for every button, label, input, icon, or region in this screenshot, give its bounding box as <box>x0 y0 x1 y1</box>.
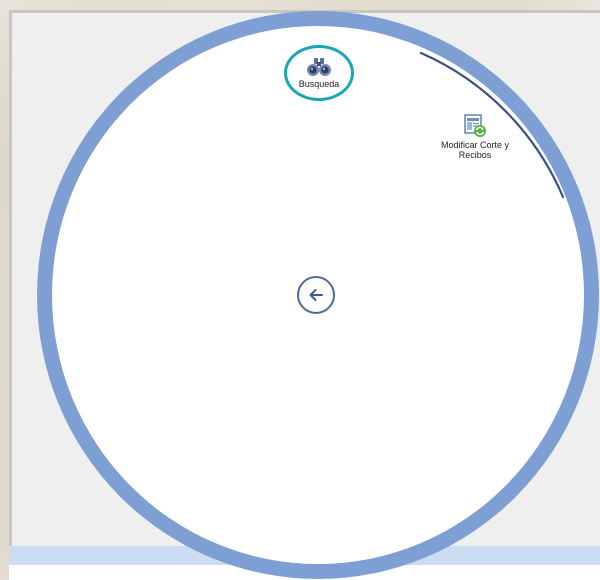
menu-item-modificar-corte-y-recibos[interactable]: Modificar Corte y Recibos <box>436 114 514 160</box>
modify-document-icon <box>464 114 486 137</box>
binoculars-icon <box>307 58 331 76</box>
menu-item-label: Busqueda <box>298 79 340 89</box>
back-button[interactable] <box>297 276 335 314</box>
arrow-left-icon <box>309 289 323 301</box>
menu-item-busqueda[interactable]: Busqueda <box>284 45 354 101</box>
menu-item-label: Modificar Corte y Recibos <box>440 140 510 160</box>
